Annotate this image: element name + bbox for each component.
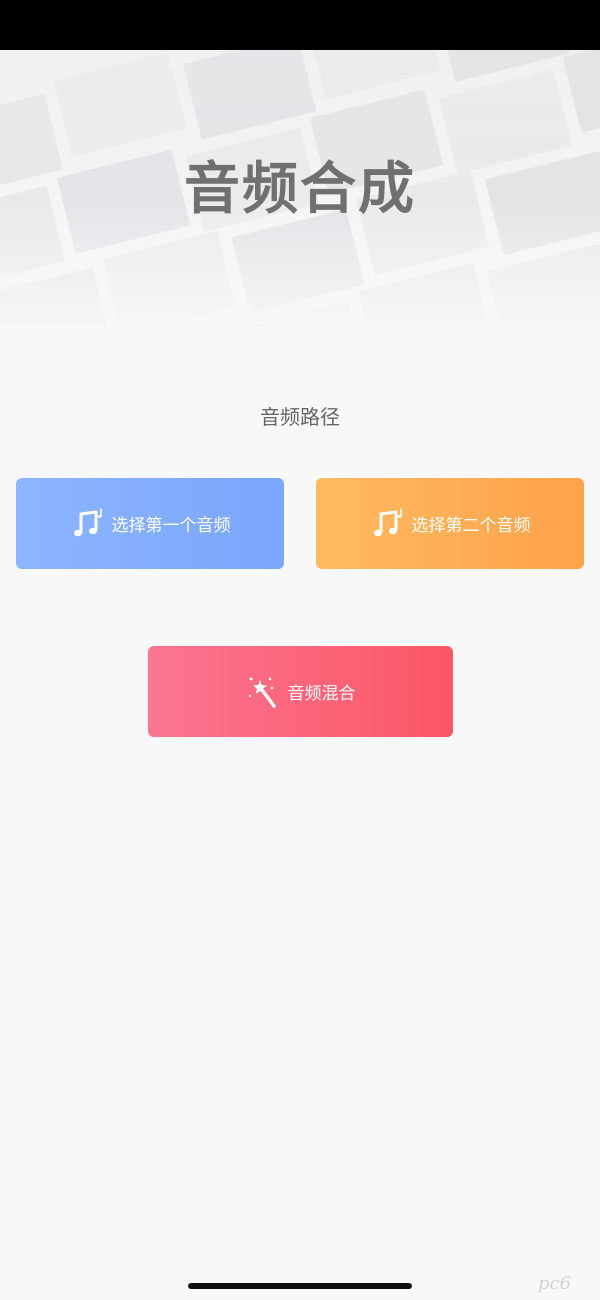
home-indicator[interactable] <box>188 1283 412 1289</box>
magic-wand-icon <box>246 674 282 710</box>
audio-mix-button[interactable]: 音频混合 <box>148 646 453 737</box>
header-banner: 音频合成 <box>0 50 600 326</box>
page-title: 音频合成 <box>184 157 416 222</box>
music-note-icon <box>370 506 406 542</box>
select-second-audio-label: 选择第二个音频 <box>411 516 531 536</box>
select-first-audio-label: 选择第一个音频 <box>111 516 231 536</box>
status-bar <box>0 0 600 50</box>
select-second-audio-button[interactable]: 选择第二个音频 <box>316 478 584 569</box>
watermark-logo: pc6 <box>538 1273 572 1294</box>
select-first-audio-button[interactable]: 选择第一个音频 <box>16 478 284 569</box>
audio-mix-label: 音频混合 <box>287 684 356 704</box>
audio-path-label: 音频路径 <box>260 405 340 429</box>
music-note-icon <box>70 506 106 542</box>
